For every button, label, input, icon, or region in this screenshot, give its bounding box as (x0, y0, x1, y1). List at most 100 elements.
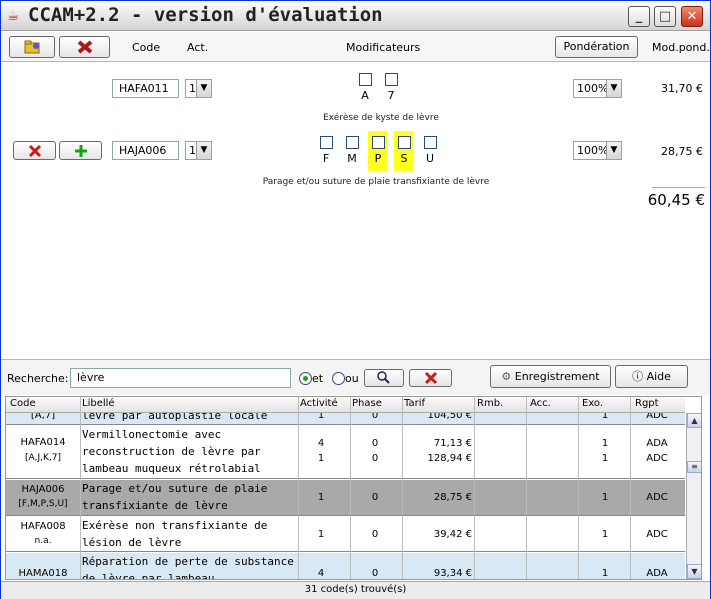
row-activity: 1 (317, 453, 325, 464)
window-title: CCAM+2.2 - version d'évaluation (28, 4, 383, 26)
modifiers-column-header: Modificateurs (346, 41, 421, 54)
title-bar[interactable]: ☕ CCAM+2.2 - version d'évaluation _ □ ✕ (1, 1, 710, 31)
row-rgpt: ADA (646, 568, 668, 579)
chevron-down-icon: ▼ (196, 80, 211, 97)
column-divider (298, 397, 299, 579)
row-activity: 1 (317, 413, 325, 421)
scroll-thumb[interactable]: ≡ (687, 461, 701, 473)
modifier-label: F (322, 152, 330, 165)
magnifier-icon (377, 371, 390, 384)
row-exo: 1 (601, 529, 609, 540)
row-exo: 1 (601, 453, 609, 464)
modifier-checkbox-s[interactable] (398, 136, 411, 149)
table-row[interactable]: HAFA008 n.a. Exérèse non transfixiante d… (6, 517, 685, 552)
activity-select[interactable]: 1 ▼ (185, 79, 212, 98)
row-modifiers: [F,M,P,S,U] (18, 499, 68, 509)
col-phase[interactable]: Phase (352, 398, 382, 409)
row-tarif: 128,94 € (427, 453, 472, 464)
row-rgpt: ADA (646, 438, 668, 449)
col-activite[interactable]: Activité (300, 398, 338, 409)
modifier-checkbox-m[interactable] (346, 136, 359, 149)
row-phase: 0 (371, 453, 379, 464)
app-window: ☕ CCAM+2.2 - version d'évaluation _ □ ✕ … (0, 0, 711, 599)
col-rmb[interactable]: Rmb. (477, 398, 503, 409)
modifier-label: U (425, 152, 435, 165)
col-libelle[interactable]: Libellé (82, 398, 115, 409)
save-button[interactable]: ⚙ Enregistrement (490, 365, 611, 388)
column-divider (350, 397, 351, 579)
red-x-icon (424, 371, 437, 385)
row-code: [A,7] (30, 413, 56, 421)
act-price: 28,75 € (661, 145, 703, 158)
row-activity: 1 (317, 492, 325, 503)
results-table: Code Libellé Activité Phase Tarif Rmb. A… (5, 396, 702, 580)
ponderation-button[interactable]: Pondération (555, 36, 638, 58)
activity-value: 1 (189, 82, 196, 95)
close-button[interactable]: ✕ (681, 6, 703, 27)
maximize-button[interactable]: □ (654, 6, 676, 27)
row-activity: 1 (317, 529, 325, 540)
row-label: Exérèse non transfixiante de lésion de l… (82, 519, 268, 549)
minimize-button[interactable]: _ (628, 6, 650, 27)
act-price: 31,70 € (661, 82, 703, 95)
modifier-label: S (400, 152, 408, 165)
ponderation-select[interactable]: 100% ▼ (573, 141, 622, 160)
row-rgpt: ADC (646, 492, 668, 503)
row-tarif: 39,42 € (433, 529, 472, 540)
ou-radio[interactable] (332, 372, 345, 385)
search-bar: Recherche: lèvre et ou ⚙ Enregistrement … (1, 359, 710, 395)
col-rgpt[interactable]: Rgpt (635, 398, 659, 409)
delete-all-button[interactable] (59, 36, 110, 58)
help-label: Aide (646, 370, 671, 383)
row-rgpt: ADC (646, 529, 668, 540)
ponderation-value: 100% (577, 144, 609, 157)
row-phase: 0 (371, 492, 379, 503)
modifier-checkbox-f[interactable] (320, 136, 333, 149)
modifier-label: 7 (387, 89, 395, 102)
row-phase: 0 (371, 568, 379, 579)
total-price: 60,45 € (647, 191, 705, 209)
search-input[interactable]: lèvre (70, 368, 291, 388)
modifier-checkbox-a[interactable] (359, 73, 372, 86)
col-code[interactable]: Code (10, 398, 36, 409)
modifier-checkbox-u[interactable] (424, 136, 437, 149)
remove-act-button[interactable] (13, 141, 56, 160)
modifier-checkbox-7[interactable] (385, 73, 398, 86)
column-divider (630, 397, 631, 579)
row-phase: 0 (371, 529, 379, 540)
delete-puzzle-icon (77, 40, 92, 54)
act-code-field[interactable]: HAJA006 (112, 141, 179, 160)
ponderation-value: 100% (577, 82, 609, 95)
col-acc[interactable]: Acc. (530, 398, 551, 409)
open-folder-button[interactable] (9, 36, 55, 58)
scroll-down-icon[interactable]: ▼ (687, 564, 701, 579)
col-tarif[interactable]: Tarif (404, 398, 425, 409)
scroll-up-icon[interactable]: ▲ (687, 413, 701, 428)
ponderation-select[interactable]: 100% ▼ (573, 79, 622, 98)
row-activity: 4 (317, 438, 325, 449)
add-act-button[interactable] (59, 141, 102, 160)
column-divider (474, 397, 475, 579)
clear-search-button[interactable] (409, 369, 452, 387)
activity-select[interactable]: 1 ▼ (185, 141, 212, 160)
row-label: Réparation de perte de substance de lèvr… (82, 555, 294, 580)
ou-label: ou (345, 372, 359, 385)
vertical-scrollbar[interactable]: ▲ ≡ ▼ (686, 413, 701, 579)
col-exo[interactable]: Exo. (582, 398, 603, 409)
code-column-header: Code (132, 41, 161, 54)
total-separator (652, 187, 705, 188)
help-button[interactable]: ⓘ Aide (615, 365, 688, 388)
folder-icon (24, 40, 40, 54)
et-radio[interactable] (299, 372, 312, 385)
activity-value: 1 (189, 144, 196, 157)
table-row-selected[interactable]: HAJA006 [F,M,P,S,U] Parage et/ou suture … (6, 480, 685, 516)
modifier-label: P (374, 152, 382, 165)
modifier-checkbox-p[interactable] (372, 136, 385, 149)
row-phase: 0 (371, 438, 379, 449)
table-row[interactable]: [A,7] lèvre par autoplastie locale 1 0 1… (6, 413, 685, 425)
table-row[interactable]: HAMA018 Réparation de perte de substance… (6, 553, 685, 580)
search-button[interactable] (364, 369, 404, 387)
act-code-field[interactable]: HAFA011 (112, 79, 179, 98)
table-row[interactable]: HAFA014 [A,J,K,7] Vermillonectomie avec … (6, 426, 685, 479)
green-plus-icon (74, 145, 87, 157)
